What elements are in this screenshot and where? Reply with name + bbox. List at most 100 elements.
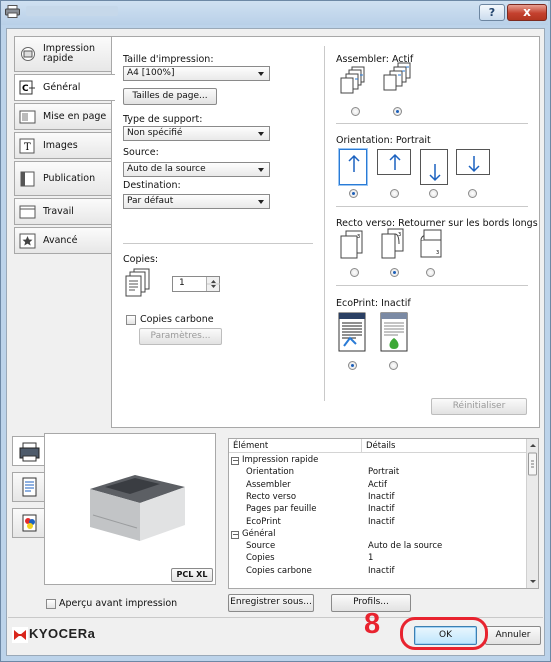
preview-tab-color[interactable] [12, 508, 45, 538]
grid-item-cell: Pages par feuille [246, 504, 317, 515]
tab-label: Mise en page [43, 111, 107, 122]
tab-general[interactable]: C Général [14, 74, 115, 101]
divider [123, 243, 313, 244]
grid-group-row: Général − [229, 529, 527, 540]
grid-header: Élément Détails [229, 439, 527, 453]
print-preview-label: Aperçu avant impression [59, 598, 178, 609]
grid-detail-cell: Inactif [368, 565, 395, 576]
printer-icon [5, 5, 20, 18]
collapse-icon[interactable]: − [231, 457, 239, 465]
ecoprint-label: EcoPrint: Inactif [336, 298, 411, 309]
ecoprint-off-radio[interactable] [348, 361, 357, 370]
table-row: Assembler Actif [229, 480, 527, 491]
copies-stack-icon [125, 268, 151, 298]
tab-label: Avancé [43, 235, 78, 246]
grid-body: Impression rapide − Orientation Portrait Ass… [229, 455, 527, 588]
landscape-rotated-option[interactable] [456, 149, 490, 175]
grid-detail-cell: Auto de la source [368, 541, 443, 552]
print-size-select[interactable]: A4 [100%] [123, 66, 270, 81]
collate-off-radio[interactable] [351, 107, 360, 116]
copies-stepper[interactable]: 1 [172, 276, 220, 292]
help-button[interactable]: ? [479, 4, 505, 21]
column-header-item: Élément [233, 441, 269, 451]
duplex-long-radio[interactable] [390, 268, 399, 277]
pdl-badge: PCL XL [171, 568, 213, 582]
grid-detail-cell: Actif [368, 479, 388, 490]
svg-text:3: 3 [357, 234, 360, 240]
landscape-radio[interactable] [390, 189, 399, 198]
close-button[interactable]: x [507, 4, 547, 21]
table-row: Copies 1 [229, 553, 527, 564]
table-row: Source Auto de la source [229, 541, 527, 552]
collate-on-icon [379, 62, 415, 96]
destination-select[interactable]: Par défaut [123, 194, 270, 209]
media-type-select[interactable]: Non spécifié [123, 126, 270, 141]
general-icon: C [19, 80, 37, 96]
publishing-icon [19, 171, 37, 187]
layout-icon [19, 109, 37, 125]
grid-item-cell: EcoPrint [246, 516, 281, 527]
tab-label: Travail [43, 206, 74, 217]
tab-images[interactable]: T Images [14, 132, 112, 159]
ecoprint-on-icon [380, 312, 408, 352]
tab-label: Impression rapide [43, 43, 95, 64]
tab-quick-print[interactable]: Impression rapide [14, 36, 112, 72]
portrait-radio[interactable] [349, 189, 358, 198]
svg-text:3: 3 [398, 232, 401, 238]
column-divider [361, 439, 362, 453]
ecoprint-off-icon [338, 312, 366, 352]
grid-item-cell: Copies carbone [246, 565, 312, 576]
tab-job[interactable]: Travail [14, 198, 112, 225]
divider [336, 206, 528, 207]
tab-label: Images [43, 140, 78, 151]
grid-detail-cell: 1 [368, 553, 374, 564]
duplex-long-edge-icon: 3 [379, 228, 405, 262]
grid-detail-cell: Inactif [368, 516, 395, 527]
copies-spin[interactable] [206, 277, 220, 291]
landscape-rotated-radio[interactable] [468, 189, 477, 198]
carbon-copies-checkbox[interactable] [126, 315, 136, 325]
divider [336, 285, 528, 286]
tab-publishing[interactable]: Publication [14, 161, 112, 196]
collapse-icon[interactable]: − [231, 530, 239, 539]
tab-label: Publication [43, 173, 96, 184]
copies-label: Copies: [123, 254, 159, 265]
simplex-radio[interactable] [350, 268, 359, 277]
page-sizes-button[interactable]: Tailles de page... [123, 88, 217, 105]
grid-item-cell: Source [246, 541, 276, 552]
landscape-option[interactable] [377, 149, 411, 175]
tab-advanced[interactable]: Avancé [14, 227, 112, 254]
highlight-ring [400, 617, 488, 650]
portrait-rotated-radio[interactable] [429, 189, 438, 198]
printer-icon [19, 442, 40, 462]
print-preview-checkbox[interactable] [46, 599, 56, 609]
ecoprint-on-radio[interactable] [389, 361, 398, 370]
tab-layout[interactable]: Mise en page [14, 103, 112, 130]
portrait-option[interactable] [339, 149, 367, 185]
table-row: Copies carbone Inactif [229, 566, 527, 577]
reset-button[interactable]: Réinitialiser [431, 398, 527, 415]
print-size-value: A4 [100%] [127, 68, 175, 78]
source-value: Auto de la source [127, 164, 206, 174]
source-label: Source: [123, 147, 159, 158]
settings-button[interactable]: Paramètres... [139, 328, 222, 345]
brand-logo: KYOCERa [29, 626, 96, 641]
preview-tab-document[interactable] [12, 472, 45, 502]
portrait-rotated-option[interactable] [420, 149, 448, 185]
duplex-short-radio[interactable] [426, 268, 435, 277]
grid-item-cell: Impression rapide [242, 455, 319, 465]
svg-text:C: C [22, 84, 29, 94]
preview-tab-printer[interactable] [12, 436, 46, 466]
media-type-label: Type de support: [123, 114, 203, 125]
source-select[interactable]: Auto de la source [123, 162, 270, 177]
grid-scrollbar[interactable] [526, 439, 538, 588]
print-size-label: Taille d'impression: [123, 54, 214, 65]
save-as-button[interactable]: Enregistrer sous... [228, 594, 314, 612]
quick-print-icon [19, 46, 37, 62]
grid-item-cell: Orientation [246, 467, 294, 478]
destination-value: Par défaut [127, 196, 174, 206]
column-header-details: Détails [366, 441, 396, 451]
cancel-button[interactable]: Annuler [485, 626, 541, 645]
collate-on-radio[interactable] [393, 107, 402, 116]
kyocera-logo-icon [12, 627, 28, 643]
